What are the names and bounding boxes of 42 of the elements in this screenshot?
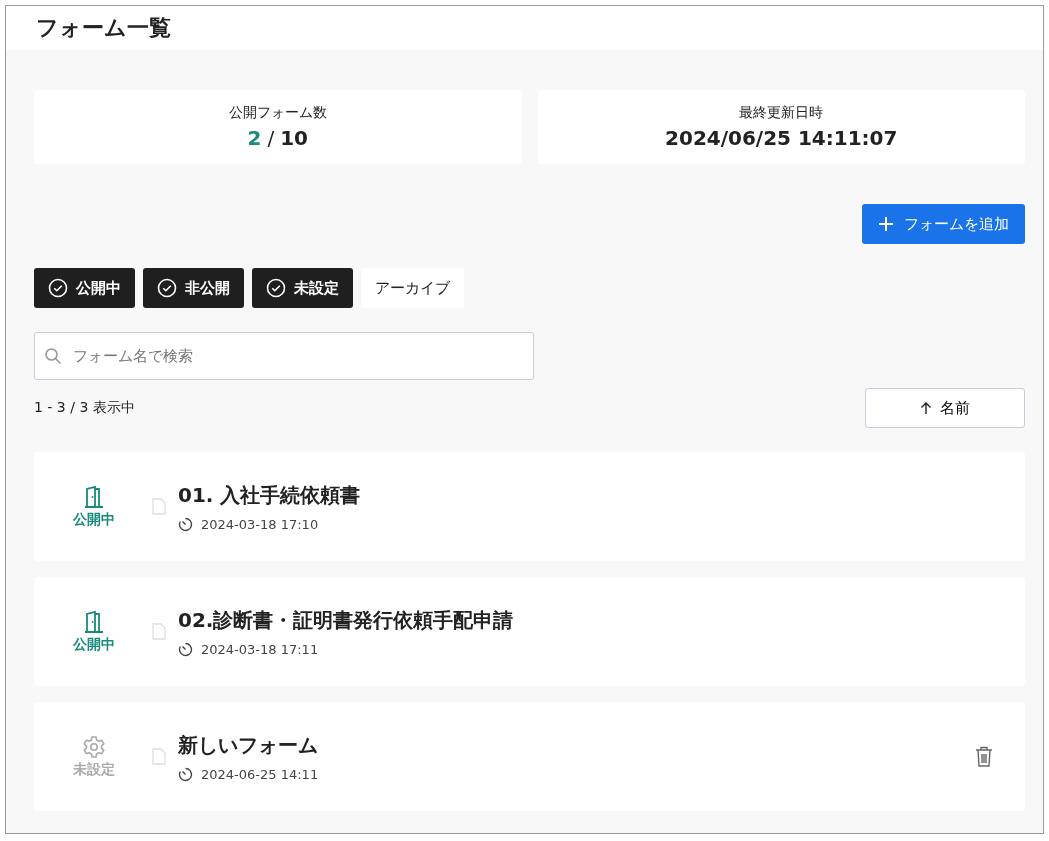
updated-time: 2024-06-25 14:11 xyxy=(201,766,319,782)
filter-chip[interactable]: 非公開 xyxy=(143,268,244,308)
timer-icon xyxy=(178,516,193,532)
form-card[interactable]: 公開中 01. 入社手続依頼書 2024-03-18 17:10 xyxy=(34,452,1025,561)
up-arrow-icon xyxy=(920,401,932,415)
filter-chip[interactable]: 公開中 xyxy=(34,268,135,308)
stat-value: 2 xyxy=(247,126,262,150)
timer-icon xyxy=(178,641,193,657)
gear-icon xyxy=(82,734,106,759)
form-card[interactable]: 公開中 02.診断書・証明書発行依頼手配申請 2024-03-18 17:11 xyxy=(34,577,1025,686)
filter-chip[interactable]: アーカイブ xyxy=(361,268,464,308)
sort-button[interactable]: 名前 xyxy=(865,388,1025,428)
stat-total: 10 xyxy=(280,126,308,150)
form-title: 02.診断書・証明書発行依頼手配申請 xyxy=(178,606,515,634)
form-card[interactable]: 未設定 新しいフォーム 2024-06-25 14:11 xyxy=(34,702,1025,811)
result-count: 1 - 3 / 3 表示中 xyxy=(34,399,135,417)
stat-label: 最終更新日時 xyxy=(739,104,824,122)
status-label: 公開中 xyxy=(73,510,115,529)
form-title: 新しいフォーム xyxy=(178,731,319,759)
status-label: 未設定 xyxy=(73,760,115,779)
search-field[interactable]: フォーム名で検索 xyxy=(34,332,534,380)
check-circle-icon xyxy=(48,278,68,298)
document-icon xyxy=(152,623,166,640)
door-icon xyxy=(83,609,105,634)
stat-value: 2024/06/25 14:11:07 xyxy=(665,126,898,150)
trash-icon[interactable] xyxy=(975,746,993,767)
status-label: 公開中 xyxy=(73,635,115,654)
add-form-button[interactable]: フォームを追加 xyxy=(862,204,1025,244)
check-circle-icon xyxy=(266,278,286,298)
stat-label: 公開フォーム数 xyxy=(228,104,327,122)
door-icon xyxy=(83,484,105,509)
form-title: 01. 入社手続依頼書 xyxy=(178,481,362,509)
filter-chip[interactable]: 未設定 xyxy=(252,268,353,308)
stat-separator: / xyxy=(267,126,275,150)
page-title: フォーム一覧 xyxy=(36,14,171,42)
document-icon xyxy=(152,748,166,765)
updated-time: 2024-03-18 17:10 xyxy=(201,516,319,532)
updated-time: 2024-03-18 17:11 xyxy=(201,641,319,657)
timer-icon xyxy=(178,766,193,782)
plus-icon xyxy=(878,216,894,232)
document-icon xyxy=(152,498,166,515)
check-circle-icon xyxy=(157,278,177,298)
